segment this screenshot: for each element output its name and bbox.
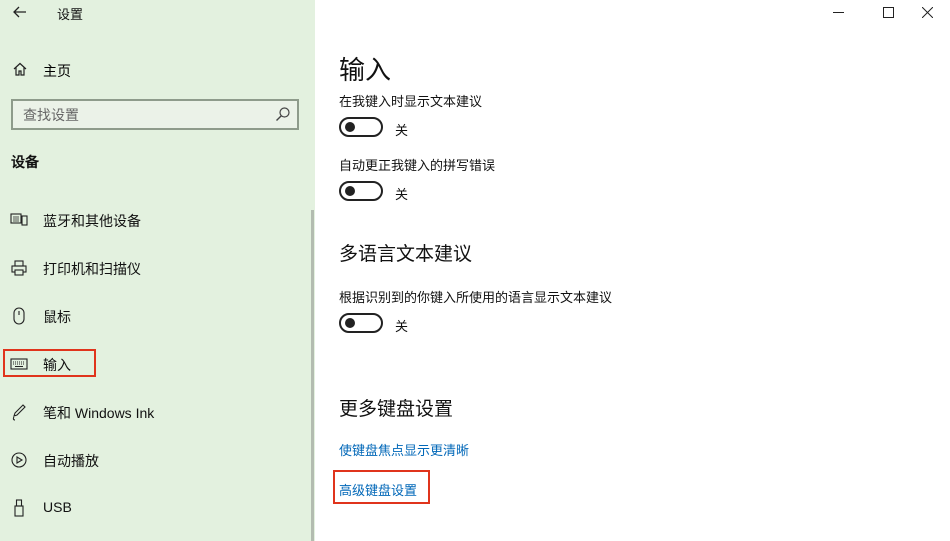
option-label-multilang: 根据识别到的你键入所使用的语言显示文本建议 (339, 290, 613, 305)
sidebar-item-pen[interactable]: 笔和 Windows Ink (0, 388, 315, 436)
option-label-autocorrect: 自动更正我键入的拼写错误 (339, 158, 496, 173)
link-keyboard-focus[interactable]: 使键盘焦点显示更清晰 (339, 440, 469, 459)
sidebar-item-label: 笔和 Windows Ink (43, 405, 155, 421)
sidebar-item-label: 自动播放 (43, 453, 99, 469)
back-arrow-icon (13, 6, 26, 18)
sidebar-item-mouse[interactable]: 鼠标 (0, 292, 315, 340)
back-button[interactable] (10, 1, 30, 23)
app-title: 设置 (57, 7, 84, 22)
sidebar-item-label: 鼠标 (43, 309, 71, 325)
usb-icon (10, 499, 28, 517)
more-keyboard-heading: 更多键盘设置 (339, 399, 454, 420)
mouse-icon (10, 307, 28, 325)
bluetooth-devices-icon (10, 211, 28, 229)
sidebar: 设置 主页 设备 蓝牙和其他设备 打印机和扫描仪 鼠标 (0, 0, 315, 541)
sidebar-item-bluetooth[interactable]: 蓝牙和其他设备 (0, 196, 315, 244)
main-panel: 输入 在我键入时显示文本建议 关 自动更正我键入的拼写错误 关 多语言文本建议 … (315, 0, 950, 541)
toggle-knob (345, 318, 355, 328)
sidebar-item-label: 蓝牙和其他设备 (43, 213, 141, 229)
toggle-text-suggestions[interactable] (339, 117, 383, 137)
toggle-state-text: 关 (395, 123, 409, 138)
printer-icon (10, 259, 28, 277)
autoplay-icon (10, 451, 28, 469)
sidebar-item-typing[interactable]: 输入 (0, 340, 315, 388)
search-icon[interactable] (275, 106, 291, 122)
search-box[interactable] (11, 99, 299, 130)
sidebar-scrollbar[interactable] (311, 210, 314, 541)
toggle-multilang[interactable] (339, 313, 383, 333)
home-icon (13, 62, 27, 76)
option-label-text-suggestions: 在我键入时显示文本建议 (339, 94, 483, 109)
toggle-state-text: 关 (395, 187, 409, 202)
section-title: 设备 (11, 154, 39, 170)
multilang-heading: 多语言文本建议 (339, 244, 473, 265)
sidebar-item-usb[interactable]: USB (0, 484, 315, 532)
sidebar-item-printers[interactable]: 打印机和扫描仪 (0, 244, 315, 292)
sidebar-item-label: 打印机和扫描仪 (43, 261, 141, 277)
home-label: 主页 (43, 63, 71, 79)
sidebar-item-autoplay[interactable]: 自动播放 (0, 436, 315, 484)
keyboard-icon (10, 355, 28, 373)
sidebar-nav: 蓝牙和其他设备 打印机和扫描仪 鼠标 输入 笔和 Windows Ink 自动播… (0, 196, 315, 532)
sidebar-item-label: USB (43, 499, 72, 515)
toggle-knob (345, 122, 355, 132)
link-advanced-keyboard[interactable]: 高级键盘设置 (339, 480, 417, 499)
page-title: 输入 (339, 55, 392, 85)
toggle-state-text: 关 (395, 319, 409, 334)
sidebar-item-home[interactable]: 主页 (0, 55, 315, 83)
search-input[interactable] (13, 101, 263, 128)
toggle-knob (345, 186, 355, 196)
toggle-autocorrect[interactable] (339, 181, 383, 201)
sidebar-item-label: 输入 (43, 357, 71, 373)
pen-icon (10, 403, 28, 421)
